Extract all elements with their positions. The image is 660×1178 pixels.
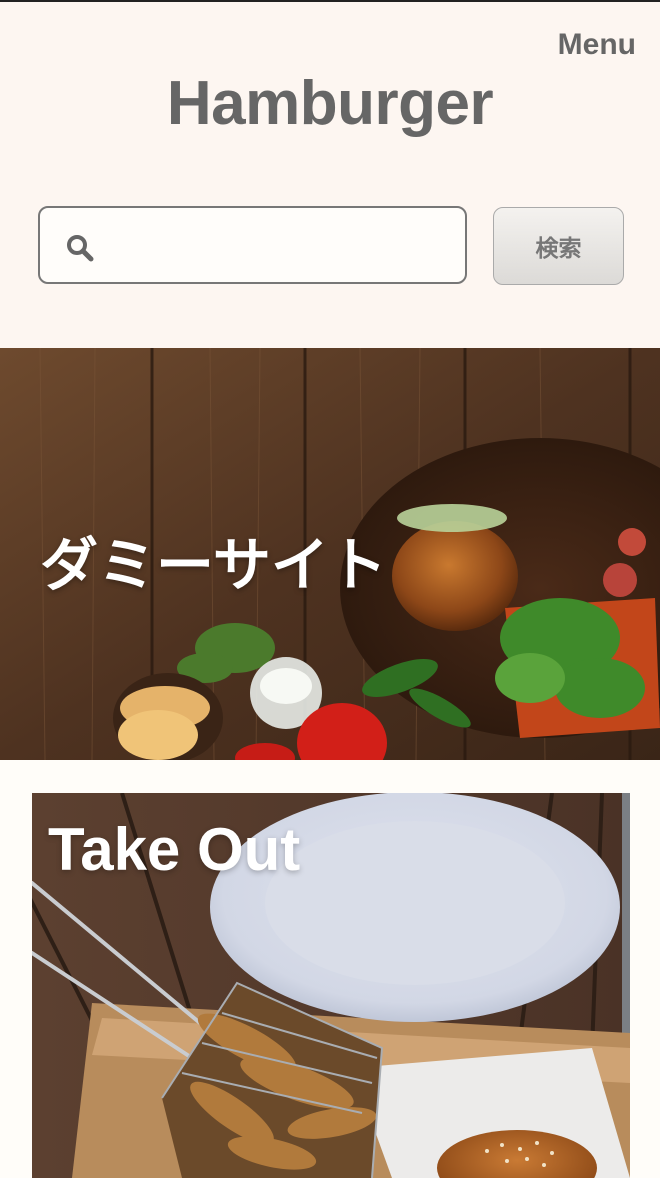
search-input[interactable] — [110, 218, 450, 272]
menu-button[interactable]: Menu — [558, 28, 636, 62]
search-field[interactable] — [38, 206, 467, 284]
takeout-title: Take Out — [48, 816, 301, 883]
takeout-card[interactable]: Take Out — [32, 793, 630, 1178]
site-header: Menu Hamburger 検索 — [0, 2, 660, 348]
site-title: Hamburger — [166, 69, 494, 138]
search-icon — [66, 234, 94, 262]
hero-banner: ダミーサイト — [0, 348, 660, 760]
hero-heading: ダミーサイト — [40, 531, 387, 599]
search-button[interactable]: 検索 — [493, 207, 624, 285]
